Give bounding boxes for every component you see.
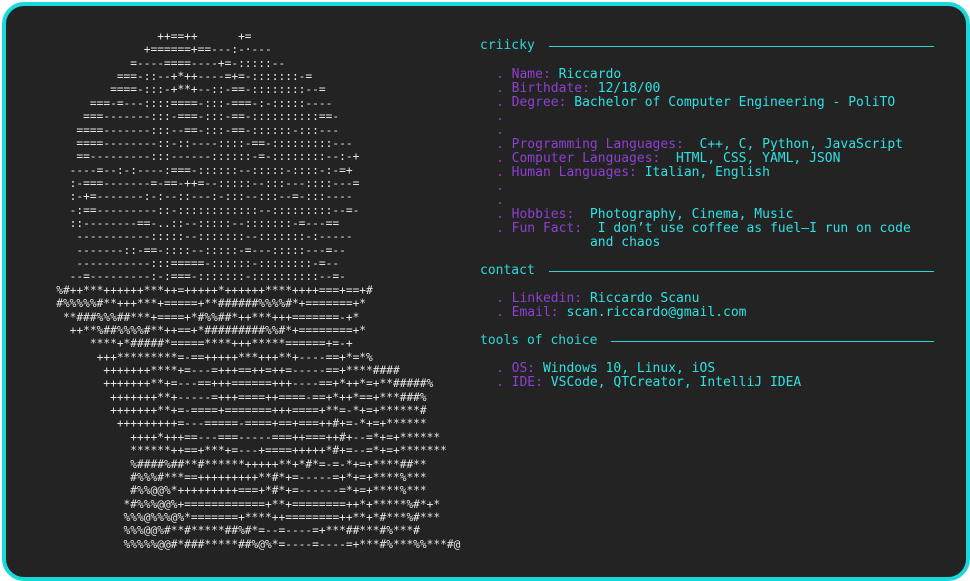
info-row-fun-fact: . Fun Fact: I don’t use coffee as fuel—I… bbox=[496, 222, 920, 250]
email-link[interactable]: scan.riccardo@gmail.com bbox=[566, 306, 746, 320]
bullet: . bbox=[496, 95, 504, 110]
bullet: . bbox=[496, 67, 504, 82]
bullet: . bbox=[496, 207, 504, 222]
profile-card: ++==++ += +======+==---:-·--- =----====-… bbox=[2, 2, 970, 581]
row-value: Bachelor of Computer Engineering - PoliT… bbox=[574, 95, 896, 110]
row-key: Email: bbox=[511, 305, 559, 320]
info-row-hobbies: . Hobbies: Photography, Cinema, Music bbox=[496, 208, 793, 222]
row-key: Birthdate: bbox=[511, 81, 590, 96]
info-row-empty: . bbox=[496, 110, 504, 124]
section-divider bbox=[611, 341, 934, 342]
info-row-computer-languages: . Computer Languages: HTML, CSS, YAML, J… bbox=[496, 152, 840, 166]
bullet: . bbox=[496, 81, 504, 96]
info-row-name: . Name: Riccardo bbox=[496, 68, 621, 82]
row-value: 12/18/00 bbox=[597, 81, 661, 96]
row-key: IDE: bbox=[511, 375, 543, 390]
row-key: OS: bbox=[511, 361, 536, 376]
row-value: Photography, Cinema, Music bbox=[582, 207, 794, 222]
info-row-empty: . bbox=[496, 124, 504, 138]
info-row-empty: . bbox=[496, 194, 504, 208]
info-row-empty: . bbox=[496, 180, 504, 194]
bullet: . bbox=[496, 123, 504, 138]
row-key: Degree: bbox=[511, 95, 567, 110]
row-key: Linkedin: bbox=[511, 291, 583, 306]
info-row-programming-languages: . Programming Languages: C++, C, Python,… bbox=[496, 138, 903, 152]
info-row-birthdate: . Birthdate: 12/18/00 bbox=[496, 82, 660, 96]
bullet: . bbox=[496, 193, 504, 208]
section-heading-profile: criicky bbox=[480, 39, 934, 53]
row-value: HTML, CSS, YAML, JSON bbox=[668, 151, 841, 166]
ascii-portrait: ++==++ += +======+==---:-·--- =----====-… bbox=[56, 30, 461, 551]
row-value: Windows 10, Linux, iOS bbox=[542, 361, 716, 376]
row-value: Riccardo bbox=[558, 67, 622, 82]
row-key: Programming Languages: bbox=[511, 137, 684, 152]
section-heading-contact: contact bbox=[480, 264, 934, 278]
row-key: Computer Languages: bbox=[511, 151, 661, 166]
section-title: contact bbox=[480, 263, 535, 278]
bullet: . bbox=[496, 165, 504, 180]
section-title: criicky bbox=[480, 38, 535, 53]
bullet: . bbox=[496, 305, 504, 320]
bullet: . bbox=[496, 221, 504, 236]
section-divider bbox=[548, 271, 934, 272]
bullet: . bbox=[496, 109, 504, 124]
row-value: C++, C, Python, JavaScript bbox=[691, 137, 903, 152]
section-divider bbox=[548, 46, 934, 47]
row-key: Hobbies: bbox=[511, 207, 575, 222]
info-row-os: . OS: Windows 10, Linux, iOS bbox=[496, 362, 715, 376]
info-row-linkedin: . Linkedin: Riccardo Scanu bbox=[496, 292, 700, 306]
row-value: VSCode, QTCreator, IntelliJ IDEA bbox=[550, 375, 802, 390]
info-row-degree: . Degree: Bachelor of Computer Engineeri… bbox=[496, 96, 895, 110]
bullet: . bbox=[496, 137, 504, 152]
linkedin-link[interactable]: Riccardo Scanu bbox=[590, 292, 700, 306]
row-key: Human Languages: bbox=[511, 165, 637, 180]
info-row-ide: . IDE: VSCode, QTCreator, IntelliJ IDEA bbox=[496, 376, 801, 390]
info-row-human-languages: . Human Languages: Italian, English bbox=[496, 166, 770, 180]
section-heading-tools: tools of choice bbox=[480, 334, 934, 348]
bullet: . bbox=[496, 291, 504, 306]
row-key: Name: bbox=[511, 67, 551, 82]
bullet: . bbox=[496, 151, 504, 166]
bullet: . bbox=[496, 375, 504, 390]
bullet: . bbox=[496, 179, 504, 194]
row-value: Italian, English bbox=[644, 165, 770, 180]
row-value: I don’t use coffee as fuel—I run on code… bbox=[589, 221, 911, 250]
bullet: . bbox=[496, 361, 504, 376]
row-key: Fun Fact: bbox=[511, 221, 583, 236]
section-title: tools of choice bbox=[480, 333, 598, 348]
info-row-email: . Email: scan.riccardo@gmail.com bbox=[496, 306, 746, 320]
